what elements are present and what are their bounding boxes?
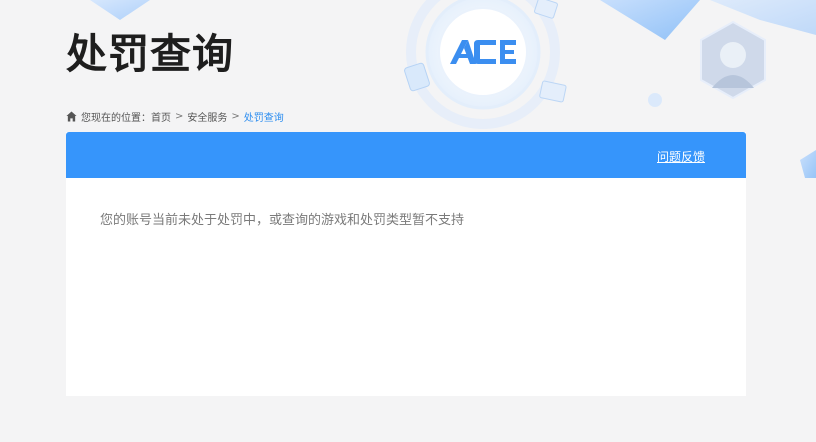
home-icon: [66, 110, 77, 122]
breadcrumb: 您现在的位置： 首页 > 安全服务 > 处罚查询: [66, 108, 284, 124]
breadcrumb-separator: >: [231, 110, 240, 122]
breadcrumb-item-home[interactable]: 首页: [151, 109, 171, 124]
status-message: 您的账号当前未处于处罚中，或查询的游戏和处罚类型暂不支持: [100, 213, 465, 228]
breadcrumb-item-security-service[interactable]: 安全服务: [187, 109, 227, 124]
page-title: 处罚查询: [66, 30, 234, 78]
panel-header: 问题反馈: [66, 132, 746, 178]
result-panel: 问题反馈 您的账号当前未处于处罚中，或查询的游戏和处罚类型暂不支持: [66, 132, 746, 396]
ace-logo-icon: [450, 40, 516, 64]
breadcrumb-item-current: 处罚查询: [243, 112, 284, 124]
breadcrumb-prefix: 您现在的位置：: [81, 112, 151, 124]
feedback-link[interactable]: 问题反馈: [657, 148, 705, 165]
breadcrumb-separator: >: [175, 110, 184, 122]
